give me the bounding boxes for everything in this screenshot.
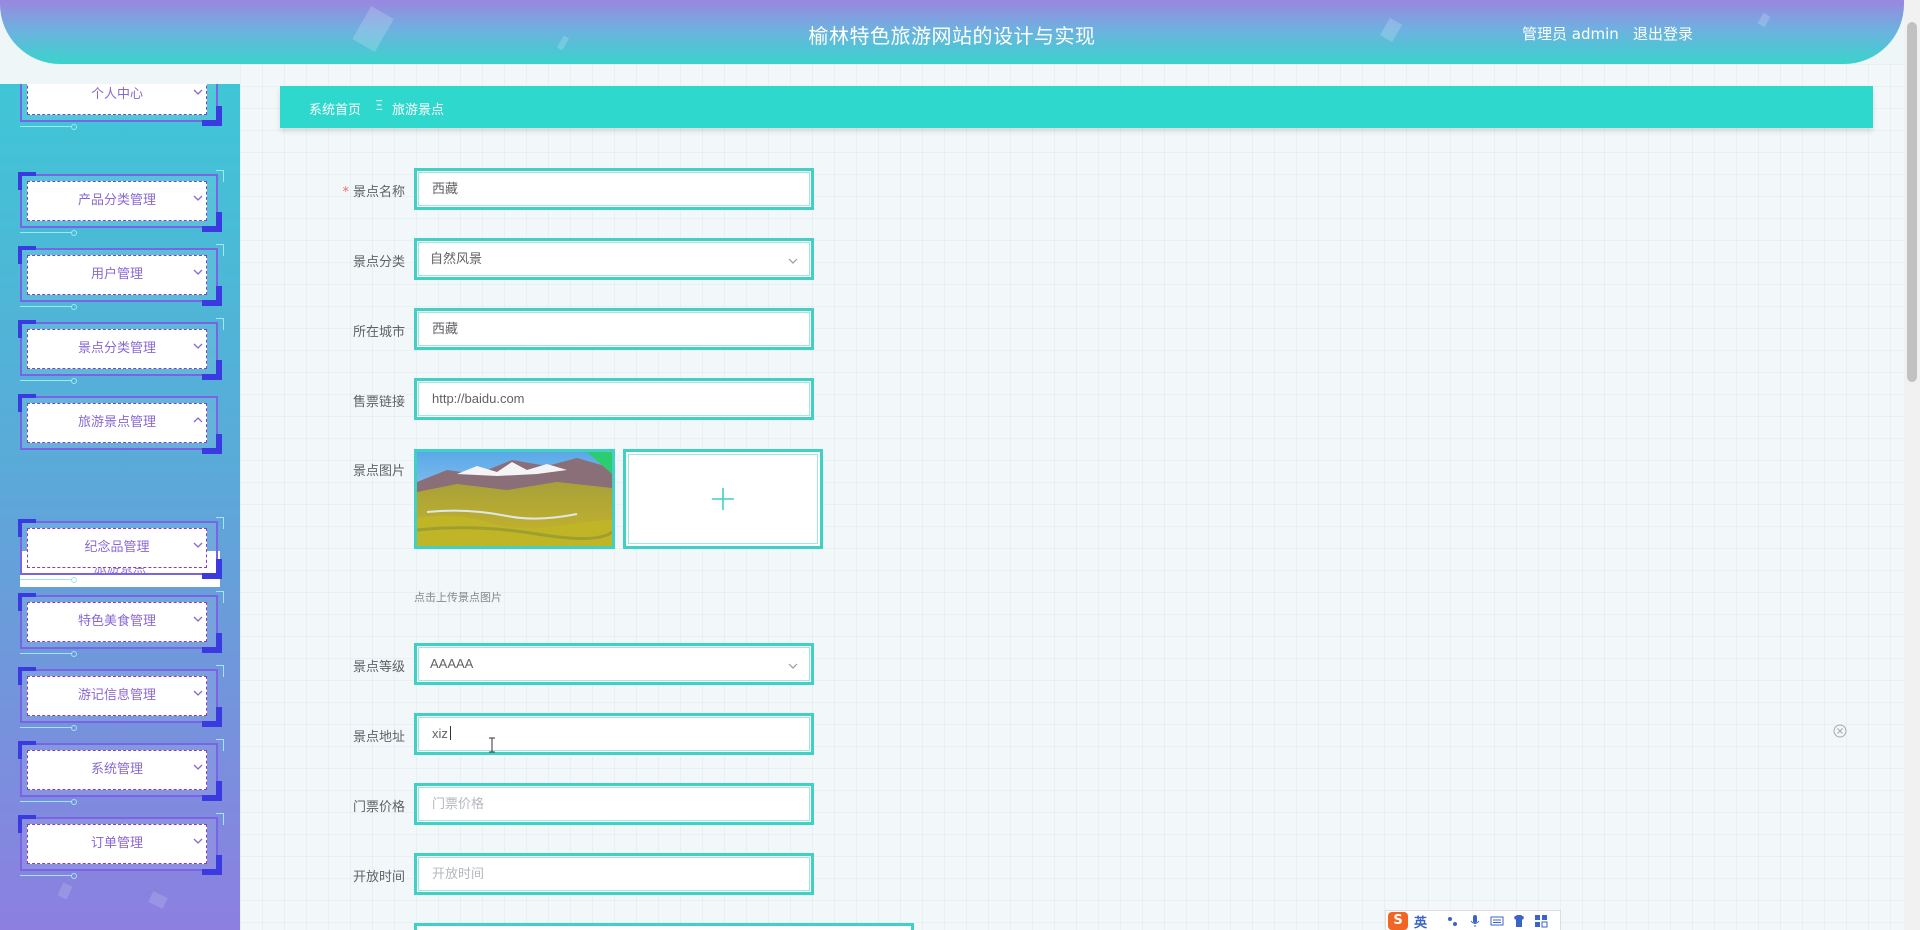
price-input-placeholder: 门票价格 [418,787,810,821]
sidebar-item-product-category[interactable]: 产品分类管理 [18,170,224,236]
sidebar-item-system[interactable]: 系统管理 [18,739,224,805]
microphone-icon[interactable] [1468,914,1482,928]
category-select[interactable]: 自然风景 [414,238,814,280]
logout-link[interactable]: 退出登录 [1633,23,1693,44]
sidebar-item-food[interactable]: 特色美食管理 [18,591,224,657]
sidebar: 个人中心 产品分类管理 用户管理 景点分类管理 旅游景点管理 旅游景点 [0,84,240,930]
sidebar-decoration [148,891,168,909]
current-user: 管理员 admin [1522,25,1619,43]
landscape-image [417,452,612,546]
price-label: 门票价格 [352,800,405,815]
chevron-down-icon [193,616,203,622]
category-label: 景点分类 [352,255,405,270]
ticket-link-input-value: http://baidu.com [418,382,810,416]
breadcrumb-home[interactable]: 系统首页 [309,99,361,118]
chevron-down-icon [193,89,203,95]
chevron-down-icon [193,542,203,548]
sidebar-item-label: 特色美食管理 [77,614,156,629]
address-input-value: xiz [432,726,448,741]
text-cursor-icon [489,737,495,753]
level-select-value: AAAAA [418,647,810,681]
text-caret [449,726,451,740]
scrollbar-thumb[interactable] [1907,22,1917,382]
breadcrumb: 系统首页 Ξ 旅游景点 [280,86,1873,128]
city-label: 所在城市 [352,325,405,340]
address-input[interactable]: xiz [414,713,814,755]
open-time-input[interactable]: 开放时间 [414,853,814,895]
upload-hint: 点击上传景点图片 [414,591,502,604]
plus-icon [712,488,734,510]
chevron-down-icon [193,690,203,696]
sidebar-item-scenic-spots[interactable]: 旅游景点管理 [18,394,222,454]
open-time-label: 开放时间 [352,870,405,885]
chevron-down-icon [193,269,203,275]
punctuation-icon[interactable] [1446,914,1460,928]
name-label: * 景点名称 [342,185,405,200]
sidebar-item-label: 个人中心 [90,87,143,102]
breadcrumb-current: 旅游景点 [392,103,445,118]
toolbox-icon[interactable] [1534,914,1548,928]
sidebar-decoration [57,882,73,900]
sidebar-item-travel-notes[interactable]: 游记信息管理 [18,665,224,731]
chevron-down-icon [788,258,798,264]
sidebar-item-label: 产品分类管理 [77,193,156,208]
chevron-down-icon [193,195,203,201]
ticket-link-input[interactable]: http://baidu.com [414,378,814,420]
sidebar-item-label: 景点分类管理 [77,341,156,356]
clear-icon[interactable] [1833,724,1847,738]
chevron-down-icon [193,764,203,770]
sidebar-item-users[interactable]: 用户管理 [18,244,224,310]
next-field-partial[interactable] [414,923,914,930]
name-input[interactable]: 西藏 [414,168,814,210]
chevron-down-icon [193,343,203,349]
open-time-input-placeholder: 开放时间 [418,857,810,891]
sidebar-item-personal-center[interactable]: 个人中心 [20,84,222,130]
sidebar-item-scenic-category[interactable]: 景点分类管理 [18,318,224,384]
sidebar-item-label: 游记信息管理 [77,688,156,703]
image-label: 景点图片 [352,464,405,479]
ticket-link-label: 售票链接 [352,395,405,410]
scenic-image-thumbnail[interactable] [414,449,615,549]
address-label: 景点地址 [352,730,405,745]
address-input-content: xiz [418,717,810,751]
city-input-value: 西藏 [418,312,810,346]
chevron-up-icon [193,417,203,423]
sidebar-item-label: 旅游景点管理 [77,415,156,430]
price-input[interactable]: 门票价格 [414,783,814,825]
name-input-value: 西藏 [418,172,810,206]
sidebar-item-label: 用户管理 [90,267,143,282]
skin-icon[interactable] [1512,914,1526,928]
level-label: 景点等级 [352,660,405,675]
sidebar-item-orders[interactable]: 订单管理 [18,813,224,879]
chevron-down-icon [193,838,203,844]
sidebar-item-label: 纪念品管理 [84,540,150,555]
sidebar-item-label: 订单管理 [90,836,143,851]
sidebar-item-label: 系统管理 [90,762,143,777]
sidebar-item-souvenirs-menu[interactable]: 纪念品管理 [18,517,224,583]
breadcrumb-separator: Ξ [375,99,384,114]
level-select[interactable]: AAAAA [414,643,814,685]
category-select-value: 自然风景 [418,242,810,276]
chevron-down-icon [788,663,798,669]
app-header: 榆林特色旅游网站的设计与实现 管理员 admin 退出登录 [0,0,1904,64]
ime-toolbar[interactable]: S 英 [1385,910,1561,930]
ime-logo: S [1388,912,1408,930]
city-input[interactable]: 西藏 [414,308,814,350]
keyboard-icon[interactable] [1490,914,1504,928]
page-scrollbar[interactable] [1904,0,1920,930]
upload-image-button[interactable] [623,449,823,549]
ime-language[interactable]: 英 [1414,912,1427,930]
